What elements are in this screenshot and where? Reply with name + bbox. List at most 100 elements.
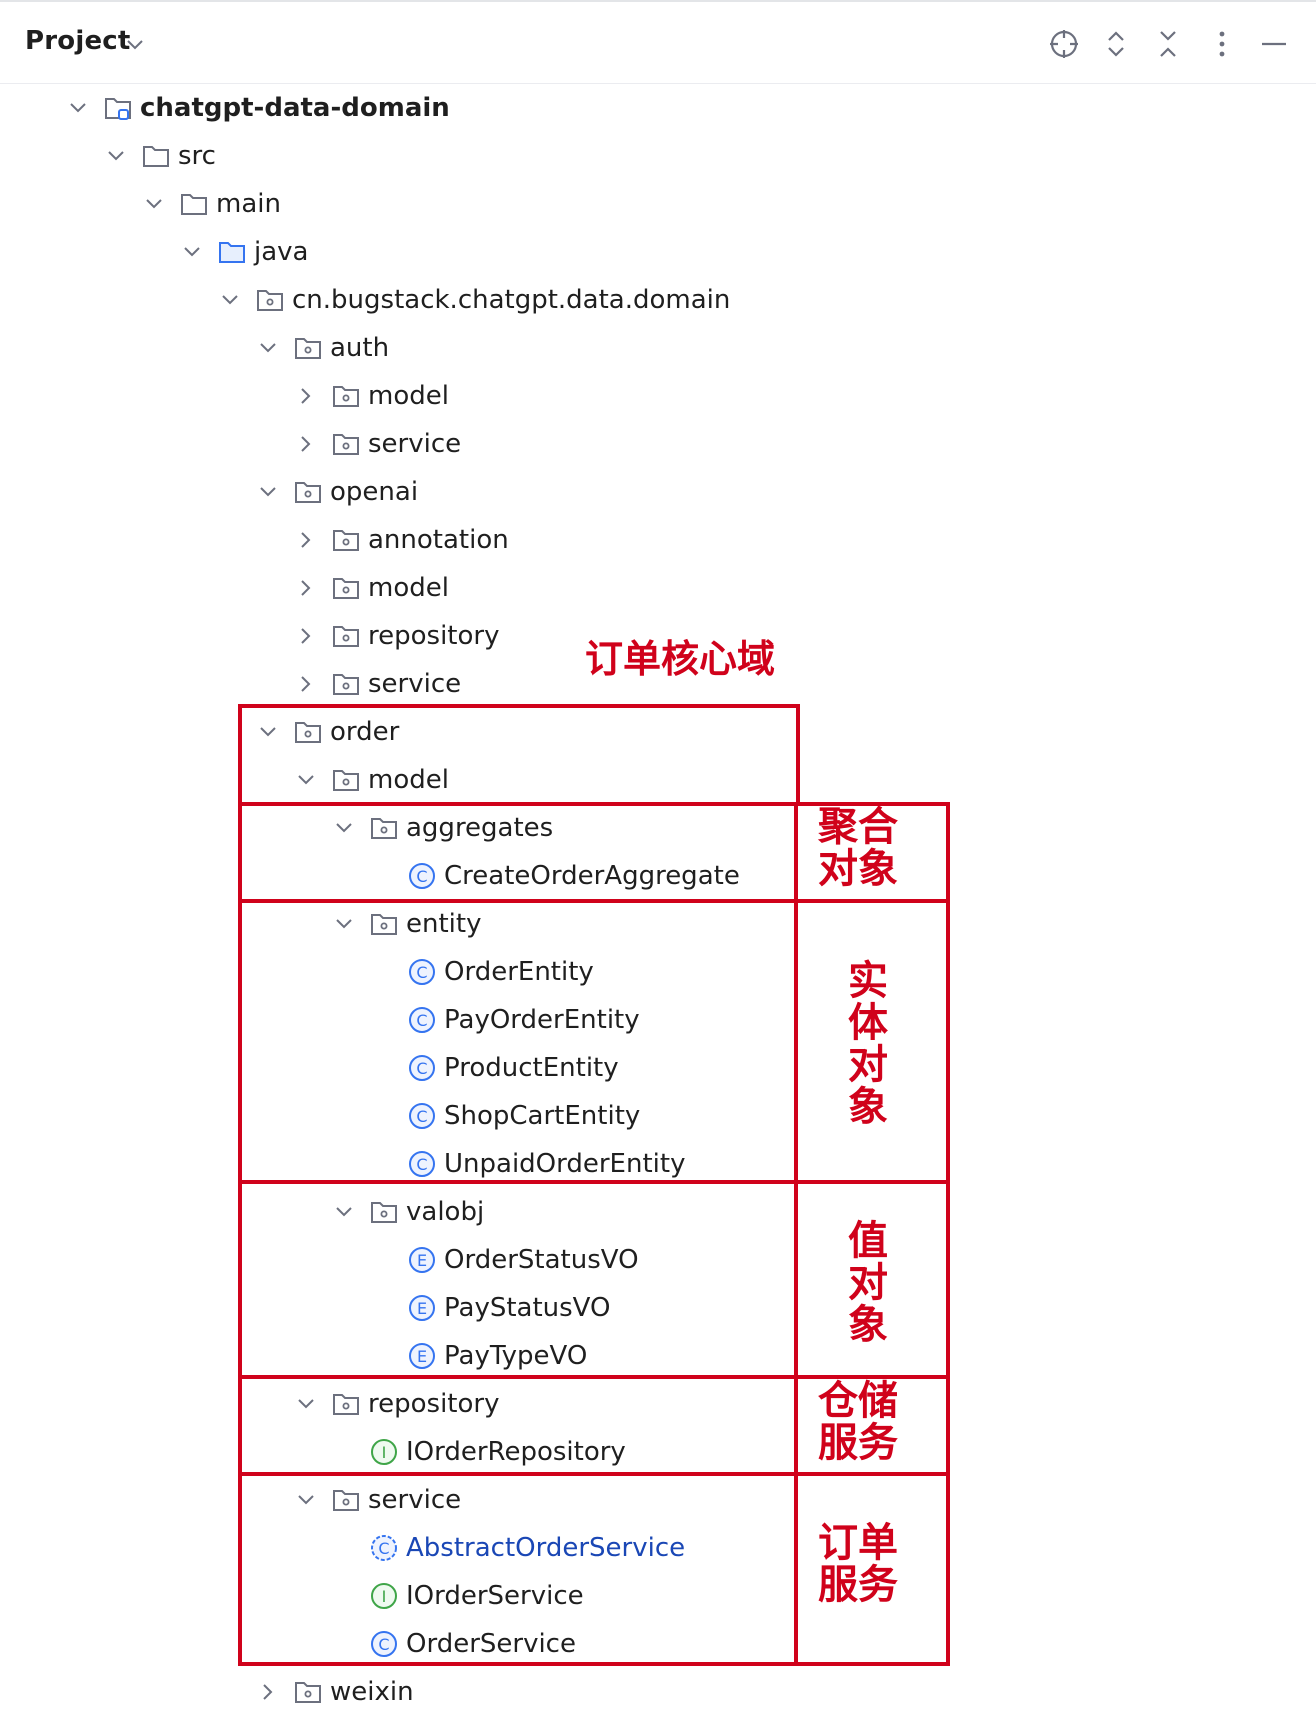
tree-row[interactable]: repository <box>0 1380 1316 1428</box>
tree-item-label: valobj <box>406 1197 485 1227</box>
locate-icon[interactable] <box>1046 26 1082 62</box>
tree-row[interactable]: C UnpaidOrderEntity <box>0 1140 1316 1188</box>
tree-row[interactable]: weixin <box>0 1668 1316 1716</box>
svg-text:E: E <box>417 1299 427 1318</box>
tree-row[interactable]: main <box>0 180 1316 228</box>
chevron-down-icon[interactable] <box>296 770 316 790</box>
order-service-label-line: 服务 <box>818 1562 898 1608</box>
aggregate-label: 聚合 对象 <box>818 806 898 890</box>
expand-collapse-icon[interactable] <box>1098 26 1134 62</box>
chevron-right-icon[interactable] <box>296 674 316 694</box>
tree-row[interactable]: C ShopCartEntity <box>0 1092 1316 1140</box>
tree-row[interactable]: C AbstractOrderService <box>0 1524 1316 1572</box>
chevron-down-icon[interactable] <box>220 290 240 310</box>
tree-row[interactable]: C PayOrderEntity <box>0 996 1316 1044</box>
class-icon: C <box>408 958 436 986</box>
chevron-right-icon[interactable] <box>296 434 316 454</box>
enum-icon: E <box>408 1342 436 1370</box>
tree-row[interactable]: service <box>0 420 1316 468</box>
chevron-down-icon[interactable] <box>182 242 202 262</box>
repository-label: 仓储 服务 <box>818 1380 898 1464</box>
package-icon <box>332 382 360 410</box>
project-title[interactable]: Project <box>25 26 131 56</box>
tree-item-label: PayTypeVO <box>444 1341 588 1371</box>
chevron-down-icon[interactable] <box>126 36 144 55</box>
interface-icon: I <box>370 1582 398 1610</box>
svg-text:C: C <box>416 1107 427 1126</box>
chevron-down-icon[interactable] <box>258 482 278 502</box>
chevron-down-icon[interactable] <box>106 146 126 166</box>
entity-label-char: 体 <box>848 1000 888 1046</box>
chevron-down-icon[interactable] <box>258 338 278 358</box>
class-icon: C <box>408 1150 436 1178</box>
tree-row[interactable]: C ProductEntity <box>0 1044 1316 1092</box>
svg-text:I: I <box>382 1587 387 1606</box>
chevron-right-icon[interactable] <box>258 1682 278 1702</box>
tree-item-label: cn.bugstack.chatgpt.data.domain <box>292 285 731 315</box>
chevron-down-icon[interactable] <box>68 98 88 118</box>
folder-icon <box>142 142 170 170</box>
tree-row[interactable]: I IOrderRepository <box>0 1428 1316 1476</box>
chevron-right-icon[interactable] <box>296 578 316 598</box>
chevron-right-icon[interactable] <box>296 386 316 406</box>
module-folder-icon <box>104 94 132 122</box>
class-icon: C <box>408 1006 436 1034</box>
tree-row[interactable]: E OrderStatusVO <box>0 1236 1316 1284</box>
tree-row[interactable]: C CreateOrderAggregate <box>0 852 1316 900</box>
tree-item-label: PayStatusVO <box>444 1293 611 1323</box>
repository-label-line: 仓储 <box>818 1378 898 1424</box>
tree-item-label: AbstractOrderService <box>406 1533 686 1563</box>
interface-icon: I <box>370 1438 398 1466</box>
more-options-icon[interactable] <box>1204 26 1240 62</box>
tree-row[interactable]: java <box>0 228 1316 276</box>
tree-row[interactable]: service <box>0 1476 1316 1524</box>
tree-row[interactable]: model <box>0 756 1316 804</box>
tree-row[interactable]: model <box>0 564 1316 612</box>
chevron-down-icon[interactable] <box>334 818 354 838</box>
tree-row[interactable]: src <box>0 132 1316 180</box>
tree-row[interactable]: cn.bugstack.chatgpt.data.domain <box>0 276 1316 324</box>
enum-icon: E <box>408 1246 436 1274</box>
chevron-down-icon[interactable] <box>296 1394 316 1414</box>
tree-row[interactable]: auth <box>0 324 1316 372</box>
tree-row[interactable]: model <box>0 372 1316 420</box>
tree-item-label: service <box>368 429 462 459</box>
tree-row[interactable]: annotation <box>0 516 1316 564</box>
package-icon <box>256 286 284 314</box>
chevron-right-icon[interactable] <box>296 626 316 646</box>
package-icon <box>332 574 360 602</box>
package-icon <box>370 910 398 938</box>
chevron-down-icon[interactable] <box>296 1490 316 1510</box>
tree-row[interactable]: E PayStatusVO <box>0 1284 1316 1332</box>
tree-row[interactable]: order <box>0 708 1316 756</box>
tree-row[interactable]: aggregates <box>0 804 1316 852</box>
tree-item-label: repository <box>368 1389 500 1419</box>
repository-label-line: 服务 <box>818 1420 898 1466</box>
tree-row[interactable]: C OrderEntity <box>0 948 1316 996</box>
tree-row[interactable]: valobj <box>0 1188 1316 1236</box>
tree-row[interactable]: openai <box>0 468 1316 516</box>
tree-row[interactable]: chatgpt-data-domain <box>0 84 1316 132</box>
package-icon <box>370 1198 398 1226</box>
class-icon: C <box>370 1630 398 1658</box>
tree-item-label: annotation <box>368 525 509 555</box>
abstract-class-icon: C <box>370 1534 398 1562</box>
chevron-down-icon[interactable] <box>258 722 278 742</box>
tree-row[interactable]: C OrderService <box>0 1620 1316 1668</box>
tree-row[interactable]: entity <box>0 900 1316 948</box>
chevron-down-icon[interactable] <box>144 194 164 214</box>
package-icon <box>332 670 360 698</box>
chevron-down-icon[interactable] <box>334 914 354 934</box>
collapse-all-icon[interactable] <box>1150 26 1186 62</box>
chevron-down-icon[interactable] <box>334 1202 354 1222</box>
value-object-label-char: 象 <box>848 1302 888 1348</box>
enum-icon: E <box>408 1294 436 1322</box>
tree-row[interactable]: E PayTypeVO <box>0 1332 1316 1380</box>
hide-icon[interactable] <box>1256 26 1292 62</box>
package-icon <box>332 766 360 794</box>
tree-item-label: IOrderService <box>406 1581 584 1611</box>
value-object-label: 值 对 象 <box>848 1220 888 1346</box>
chevron-right-icon[interactable] <box>296 530 316 550</box>
svg-text:C: C <box>416 1155 427 1174</box>
tree-row[interactable]: I IOrderService <box>0 1572 1316 1620</box>
